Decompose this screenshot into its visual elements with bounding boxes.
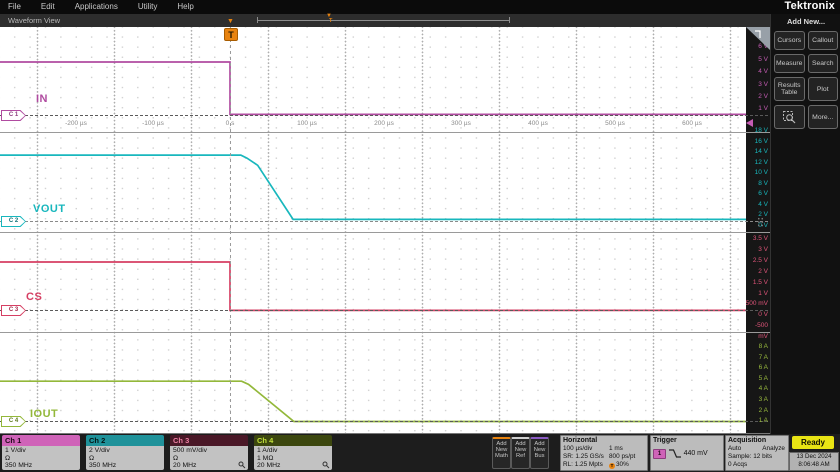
trigger-slope-corner-icon[interactable] [746, 27, 770, 51]
ch4-badge-title: Ch 4 [254, 435, 332, 446]
ch2-badge-title: Ch 2 [86, 435, 164, 446]
tab-waveform-view[interactable]: Waveform View [8, 14, 60, 27]
time-tick: 400 µs [528, 120, 548, 127]
acquisition-title: Acquisition [728, 437, 767, 444]
ch2-zero-handle[interactable] [757, 217, 764, 227]
time-tick: -100 µs [142, 120, 164, 127]
ch3-waveform-label: CS [26, 291, 43, 303]
sidebar: Add New... Cursors Callout Measure Searc… [770, 14, 840, 472]
horizontal-badge[interactable]: Horizontal 100 µs/div 1 ms SR: 1.25 GS/s 8… [560, 435, 648, 471]
ch1-badge-title: Ch 1 [2, 435, 80, 446]
add-new-bus-button[interactable]: Add New Bus [530, 437, 549, 469]
trigger-source-chip: 1 [653, 448, 666, 459]
time-tick: 600 µs [682, 120, 702, 127]
cursors-button[interactable]: Cursors [774, 31, 805, 50]
ch4-waveform-label: IOUT [30, 408, 59, 420]
oscilloscope-screen: File Edit Applications Utility Help Tektroni… [0, 0, 840, 472]
ch3-zero-line [0, 310, 768, 311]
ch4-badge[interactable]: Ch 4 1 A/div 1 MΩ 20 MHz [254, 435, 332, 470]
channel-separator [0, 332, 770, 333]
channel-separator [0, 132, 770, 133]
acquisition-badge[interactable]: Acquisition Auto Analyze Sample: 12 bits … [725, 435, 789, 471]
menu-bar: File Edit Applications Utility Help [0, 0, 840, 14]
zoom-area-button[interactable] [774, 105, 805, 129]
ch4-axis-labels: 8 A7 A6 A5 A4 A3 A2 A1 A [758, 343, 768, 425]
waveform-trace-iout [0, 380, 746, 423]
search-button[interactable]: Search [807, 54, 838, 73]
waveform-trace-in [0, 61, 746, 116]
time-label: 8:06:48 AM [798, 461, 830, 468]
ch2-axis-labels: 18 V16 V14 V12 V10 V8 V6 V4 V2 V0 V [754, 127, 768, 229]
more-button[interactable]: More... [807, 105, 838, 129]
record-trigger-flag-label: T [329, 18, 333, 24]
zoom-area-icon [782, 111, 796, 124]
probe-icon [322, 461, 330, 469]
ch1-zero-line [0, 115, 768, 116]
ch3-badge[interactable]: Ch 3 500 mV/div Ω 20 MHz [170, 435, 248, 470]
results-table-button[interactable]: Results Table [774, 77, 805, 101]
waveform-trace-cs [0, 261, 746, 312]
record-view-left-tick [257, 17, 258, 23]
trigger-marker-arrow-icon: ▼ [227, 18, 234, 25]
bottom-bar: Ch 1 1 V/div Ω 350 MHz Ch 2 2 V/div Ω 350 MH… [0, 434, 840, 472]
callout-button[interactable]: Callout [807, 31, 838, 50]
ch3-axis-labels: 3.5 V3 V 2.5 V2 V 1.5 V1 V 500 mV 0 V -500 mV [745, 235, 768, 341]
time-tick: 200 µs [374, 120, 394, 127]
time-tick: -200 µs [65, 120, 87, 127]
ch1-badge[interactable]: Ch 1 1 V/div Ω 350 MHz [2, 435, 80, 470]
trigger-title: Trigger [653, 437, 677, 444]
horizontal-title: Horizontal [563, 437, 598, 444]
add-new-math-button[interactable]: Add New Math [492, 437, 511, 469]
time-tick: 0 s [225, 120, 235, 127]
ch2-waveform-label: VOUT [33, 203, 66, 215]
add-new-ref-button[interactable]: Add New Ref [511, 437, 530, 469]
ch3-badge-title: Ch 3 [170, 435, 248, 446]
trigger-position-gridline [230, 27, 231, 433]
channel-separator [0, 232, 770, 233]
ready-status-badge: Ready [792, 436, 834, 449]
datetime-display: 13 Dec 2024 8:06:48 AM [789, 452, 839, 471]
menu-applications[interactable]: Applications [75, 2, 118, 11]
date-label: 13 Dec 2024 [796, 453, 832, 460]
trigger-position-icon: T [609, 463, 615, 469]
tektronix-logo: Tektronix [784, 0, 835, 12]
trigger-badge[interactable]: Trigger 1 440 mV [650, 435, 724, 471]
record-view-right-tick [509, 17, 510, 23]
menu-file[interactable]: File [8, 2, 21, 11]
trigger-level-arrow[interactable] [746, 119, 753, 127]
ch1-waveform-label: IN [36, 93, 48, 105]
trigger-position-marker[interactable]: T [224, 28, 238, 41]
menu-help[interactable]: Help [177, 2, 193, 11]
measure-button[interactable]: Measure [774, 54, 805, 73]
falling-edge-icon [668, 449, 681, 458]
time-tick: 100 µs [297, 120, 317, 127]
plot-button[interactable]: Plot [807, 77, 838, 101]
waveform-traces [0, 61, 746, 423]
ch4-zero-line [0, 421, 768, 422]
add-new-label: Add New... [786, 17, 826, 26]
probe-icon [238, 461, 246, 469]
ch2-zero-line [0, 221, 768, 222]
trigger-level-value: 440 mV [683, 450, 708, 458]
waveform-trace-vout [0, 154, 746, 221]
menu-edit[interactable]: Edit [41, 2, 55, 11]
record-view-bar[interactable] [257, 20, 510, 21]
time-tick: 500 µs [605, 120, 625, 127]
ch2-badge[interactable]: Ch 2 2 V/div Ω 350 MHz [86, 435, 164, 470]
time-tick: 300 µs [451, 120, 471, 127]
menu-utility[interactable]: Utility [138, 2, 158, 11]
